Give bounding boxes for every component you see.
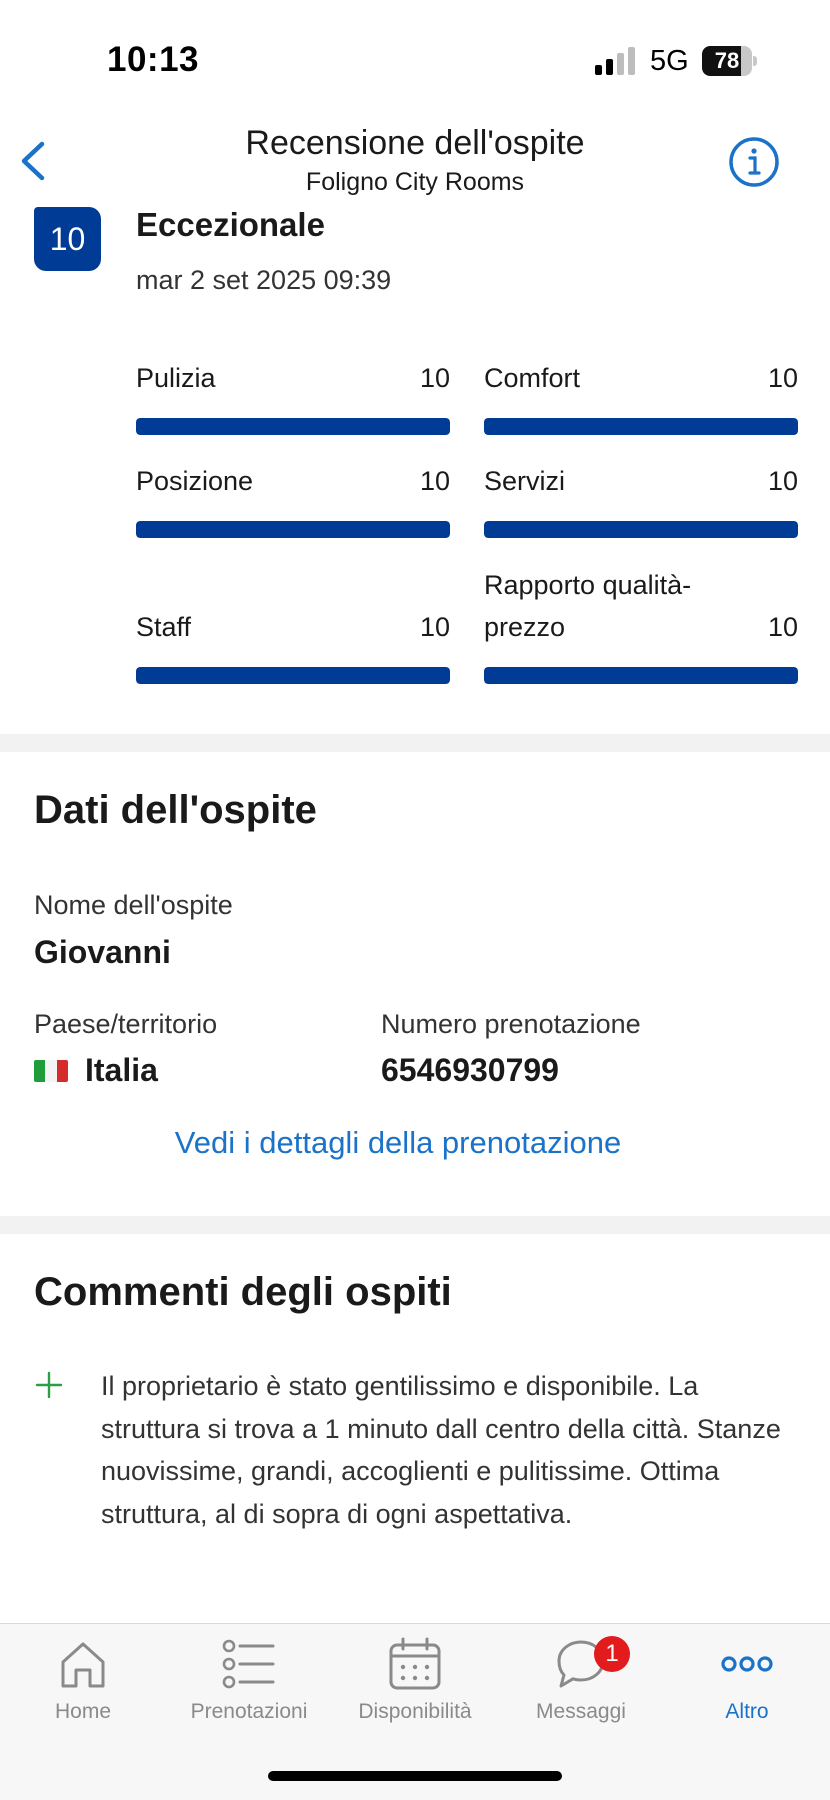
signal-icon [595,47,635,75]
category-value: 10 [419,363,450,393]
category-value: 10 [767,466,798,496]
category-bar-fill [484,521,798,538]
category-score: Pulizia 10 [136,357,450,435]
category-value: 10 [419,466,450,496]
booking-number-label: Numero prenotazione [381,1009,641,1039]
battery-icon: 78 [702,46,757,76]
category-bar [484,667,798,684]
nav-header: Recensione dell'ospite Foligno City Room… [0,110,830,205]
section-divider [0,1216,830,1234]
booking-number: 6546930799 [381,1052,559,1088]
category-bar-fill [484,418,798,435]
category-score: Posizione 10 [136,460,450,538]
positive-comment: Il proprietario è stato gentilissimo e d… [101,1371,781,1529]
category-bar [484,521,798,538]
page-title: Recensione dell'ospite [245,124,585,162]
chevron-left-icon[interactable] [14,136,54,186]
category-value: 10 [767,363,798,393]
category-value: 10 [767,612,798,642]
category-bar-fill [136,521,450,538]
score-badge: 10 [34,207,101,271]
home-indicator [268,1771,562,1781]
category-label: Rapporto qualità-prezzo [484,570,692,642]
tab-label: Altro [725,1700,769,1723]
unread-badge: 1 [594,1636,630,1672]
status-time: 10:13 [107,40,200,79]
more-icon [721,1656,773,1672]
category-bar-fill [484,667,798,684]
tab-label: Messaggi [536,1700,626,1723]
category-label: Staff [136,612,192,642]
italy-flag-icon [34,1060,68,1082]
category-bar [136,521,450,538]
tab-label: Disponibilità [358,1700,472,1723]
rating-word: Eccezionale [136,206,325,243]
network-type: 5G [650,45,689,77]
list-icon [222,1639,275,1689]
country-value: Italia [85,1052,158,1088]
category-bar [136,667,450,684]
battery-level: 78 [714,48,740,73]
category-bar [484,418,798,435]
page-subtitle: Foligno City Rooms [305,168,525,196]
category-bar-fill [136,418,450,435]
comments-section-title: Commenti degli ospiti [34,1270,452,1314]
status-bar: 10:13 5G 78 [0,0,830,110]
category-label: Servizi [484,466,566,496]
tab-altro[interactable]: Altro [664,1636,830,1746]
tab-label: Home [54,1700,112,1723]
category-score: Comfort 10 [484,357,798,435]
category-label: Comfort [484,363,581,393]
guest-section-title: Dati dell'ospite [34,788,317,832]
tab-messaggi[interactable]: 1 Messaggi [498,1636,664,1746]
category-value: 10 [419,612,450,642]
section-divider [0,734,830,752]
home-icon [61,1642,105,1688]
review-date: mar 2 set 2025 09:39 [136,265,392,295]
tab-prenotazioni[interactable]: Prenotazioni [166,1636,332,1746]
category-label: Pulizia [136,363,216,393]
country-label: Paese/territorio [34,1009,218,1039]
category-score: Servizi 10 [484,460,798,538]
category-label: Posizione [136,466,254,496]
guest-name-label: Nome dell'ospite [34,890,233,920]
plus-icon [35,1371,63,1399]
category-bar-fill [136,667,450,684]
calendar-icon [389,1637,441,1690]
tab-label: Prenotazioni [190,1700,308,1723]
category-bar [136,418,450,435]
info-icon[interactable] [728,136,780,188]
category-score: Staff 10 [136,604,450,684]
guest-name: Giovanni [34,934,171,970]
category-score: Rapporto qualità-prezzo 10 [484,560,798,684]
tab-disponibilita[interactable]: Disponibilità [332,1636,498,1746]
tab-home[interactable]: Home [0,1636,166,1746]
booking-details-link[interactable]: Vedi i dettagli della prenotazione [0,1125,796,1161]
